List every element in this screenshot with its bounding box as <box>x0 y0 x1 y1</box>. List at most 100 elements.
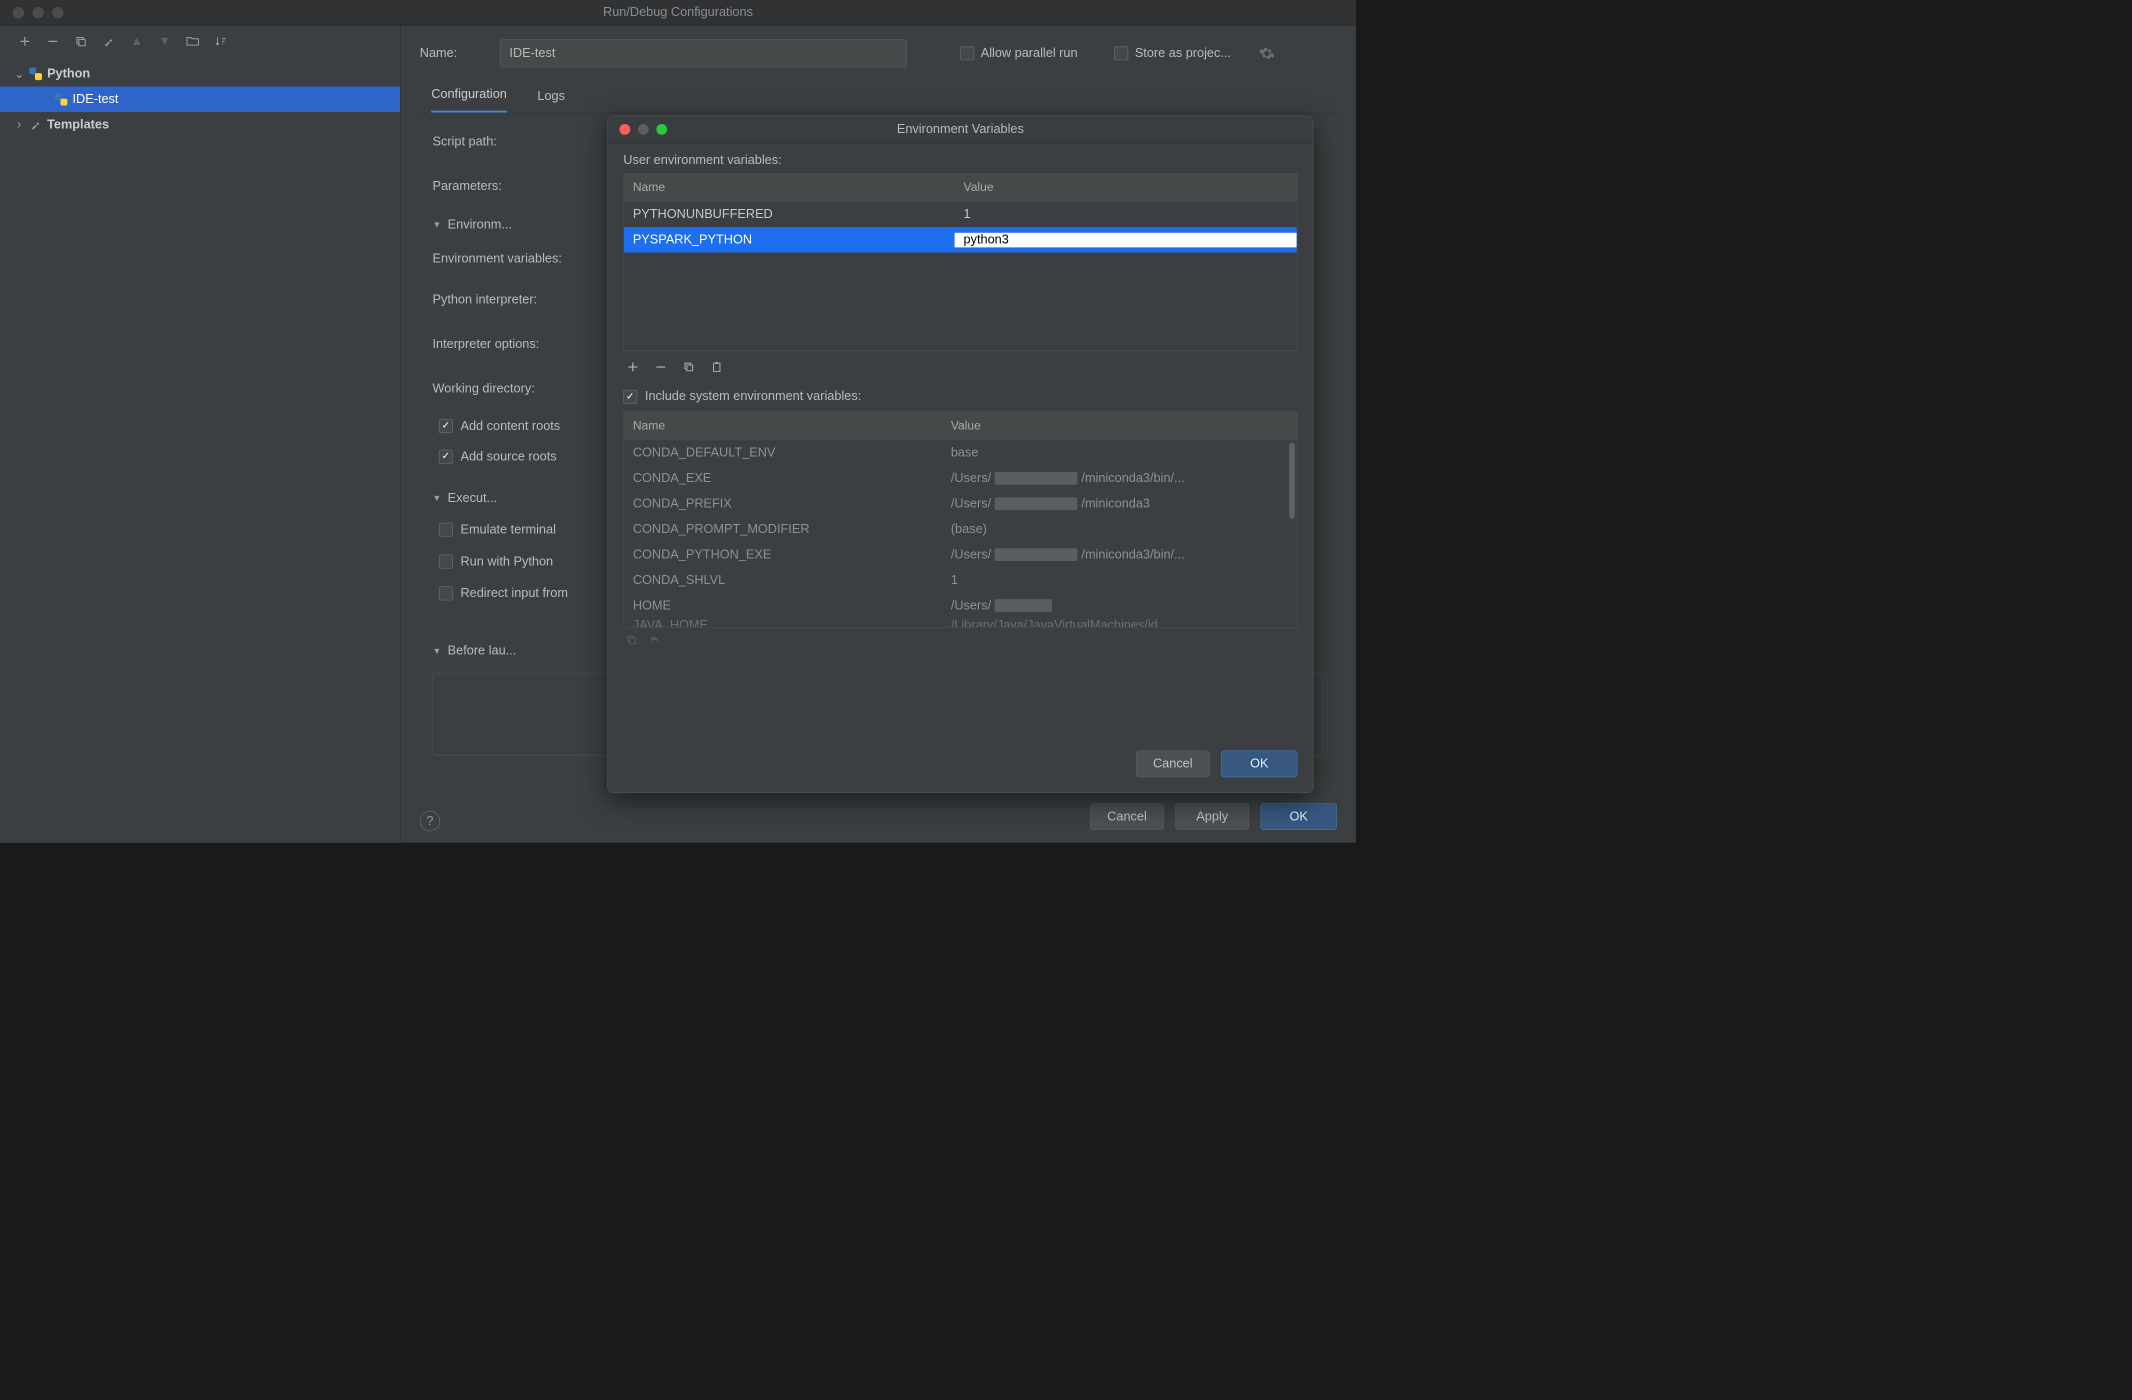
table-row[interactable]: CONDA_SHLVL 1 <box>624 567 1297 592</box>
include-system-env-checkbox[interactable]: Include system environment variables: <box>623 389 1297 404</box>
environment-section-label: Environm... <box>448 217 512 232</box>
copy-icon[interactable] <box>74 34 88 48</box>
checkbox-checked-icon <box>439 419 453 433</box>
move-down-icon[interactable]: ▼ <box>158 34 172 48</box>
table-row[interactable]: HOME /Users/ <box>624 593 1297 618</box>
sys-var-value: /Users//miniconda3 <box>942 496 1297 511</box>
name-input[interactable] <box>500 39 907 67</box>
table-row[interactable]: CONDA_PROMPT_MODIFIER (base) <box>624 516 1297 541</box>
copy-icon[interactable] <box>626 634 637 645</box>
run-with-python-label: Run with Python <box>460 554 553 569</box>
python-icon <box>55 93 68 106</box>
add-source-roots-checkbox[interactable]: Add source roots <box>432 441 610 472</box>
user-env-vars-label: User environment variables: <box>623 153 1297 168</box>
env-dialog-footer: Cancel OK <box>608 735 1313 792</box>
redacted-value <box>995 548 1078 561</box>
undo-icon[interactable] <box>649 634 662 645</box>
th-name[interactable]: Name <box>624 412 942 439</box>
sys-var-name: CONDA_DEFAULT_ENV <box>624 446 942 461</box>
store-as-project-label: Store as projec... <box>1135 46 1231 61</box>
move-up-icon[interactable]: ▲ <box>130 34 144 48</box>
execution-section-header[interactable]: ▼ Execut... <box>432 482 610 514</box>
run-with-python-checkbox[interactable]: Run with Python <box>432 546 610 578</box>
dialog-footer: Cancel Apply OK <box>1090 803 1337 830</box>
env-ok-button[interactable]: OK <box>1221 750 1297 777</box>
cancel-button[interactable]: Cancel <box>1090 803 1164 830</box>
th-value[interactable]: Value <box>955 174 1297 201</box>
copy-icon[interactable] <box>682 360 696 374</box>
th-name[interactable]: Name <box>624 174 955 201</box>
table-row[interactable]: CONDA_PREFIX /Users//miniconda3 <box>624 491 1297 516</box>
python-interpreter-label: Python interpreter: <box>432 277 610 322</box>
sys-var-name: JAVA_HOME <box>624 618 942 627</box>
checkbox-icon <box>960 46 974 60</box>
script-path-label: Script path: <box>432 120 610 165</box>
remove-icon[interactable] <box>46 34 60 48</box>
allow-parallel-label: Allow parallel run <box>981 46 1078 61</box>
emulate-terminal-checkbox[interactable]: Emulate terminal <box>432 514 610 546</box>
env-cancel-button[interactable]: Cancel <box>1136 750 1210 777</box>
wrench-icon <box>29 118 42 131</box>
tree-node-label: Python <box>47 66 90 81</box>
sys-var-value: base <box>942 446 1297 461</box>
redacted-value <box>995 599 1052 612</box>
checkbox-icon <box>439 523 453 537</box>
folder-icon[interactable] <box>186 34 200 48</box>
store-as-project-checkbox[interactable]: Store as projec... <box>1114 46 1231 61</box>
add-icon[interactable] <box>626 360 640 374</box>
scrollbar[interactable] <box>1289 443 1295 602</box>
chevron-down-icon: ▼ <box>432 493 441 503</box>
checkbox-checked-icon <box>439 450 453 464</box>
environment-section-header[interactable]: ▼ Environm... <box>432 209 610 241</box>
apply-button[interactable]: Apply <box>1175 803 1249 830</box>
configurations-tree[interactable]: ⌄ Python IDE-test › Templates <box>0 57 400 842</box>
include-system-env-label: Include system environment variables: <box>645 389 861 404</box>
redacted-value <box>995 497 1078 510</box>
table-row[interactable]: PYTHONUNBUFFERED 1 <box>624 202 1297 227</box>
help-button[interactable]: ? <box>420 811 440 831</box>
env-var-name: PYSPARK_PYTHON <box>624 232 955 247</box>
gear-icon[interactable] <box>1259 45 1276 62</box>
sys-var-name: CONDA_PROMPT_MODIFIER <box>624 522 942 537</box>
redirect-input-checkbox[interactable]: Redirect input from <box>432 577 610 609</box>
checkbox-icon <box>439 555 453 569</box>
tree-node-ide-test[interactable]: IDE-test <box>0 86 400 111</box>
tree-node-python[interactable]: ⌄ Python <box>0 61 400 86</box>
user-env-vars-table[interactable]: Name Value PYTHONUNBUFFERED 1 PYSPARK_PY… <box>623 173 1297 351</box>
add-icon[interactable] <box>18 34 32 48</box>
env-var-name: PYTHONUNBUFFERED <box>624 207 955 222</box>
paste-icon[interactable] <box>710 360 724 374</box>
sys-var-value: 1 <box>942 573 1297 588</box>
sys-var-value: /Library/Java/JavaVirtualMachines/jd <box>942 618 1297 627</box>
table-row[interactable]: CONDA_DEFAULT_ENV base <box>624 440 1297 465</box>
allow-parallel-run-checkbox[interactable]: Allow parallel run <box>960 46 1077 61</box>
sys-var-name: HOME <box>624 598 942 613</box>
ok-button[interactable]: OK <box>1261 803 1337 830</box>
sort-icon[interactable] <box>214 34 228 48</box>
add-source-roots-label: Add source roots <box>460 449 556 464</box>
table-row[interactable]: CONDA_PYTHON_EXE /Users//miniconda3/bin/… <box>624 542 1297 567</box>
before-launch-label: Before lau... <box>448 643 517 658</box>
env-dialog-titlebar: Environment Variables <box>608 116 1313 143</box>
table-row[interactable]: CONDA_EXE /Users//miniconda3/bin/... <box>624 466 1297 491</box>
wrench-icon[interactable] <box>102 34 116 48</box>
tree-node-label: IDE-test <box>73 92 119 107</box>
env-dialog-title: Environment Variables <box>608 122 1313 137</box>
chevron-down-icon: ⌄ <box>14 66 24 82</box>
table-row[interactable]: JAVA_HOME /Library/Java/JavaVirtualMachi… <box>624 618 1297 627</box>
tab-logs[interactable]: Logs <box>537 89 565 113</box>
add-content-roots-checkbox[interactable]: Add content roots <box>432 411 610 442</box>
th-value[interactable]: Value <box>942 412 1297 439</box>
checkbox-icon <box>439 586 453 600</box>
tree-node-templates[interactable]: › Templates <box>0 112 400 137</box>
tab-configuration[interactable]: Configuration <box>431 87 507 112</box>
table-row-selected[interactable]: PYSPARK_PYTHON python3 <box>624 227 1297 252</box>
checkbox-icon <box>1114 46 1128 60</box>
env-var-value-editing[interactable]: python3 <box>955 232 1297 247</box>
chevron-down-icon: ▼ <box>432 646 441 656</box>
remove-icon[interactable] <box>654 360 668 374</box>
system-table-header: Name Value <box>624 412 1297 440</box>
sys-var-name: CONDA_EXE <box>624 471 942 486</box>
user-env-toolbar <box>623 351 1297 383</box>
window-title: Run/Debug Configurations <box>0 5 1356 20</box>
